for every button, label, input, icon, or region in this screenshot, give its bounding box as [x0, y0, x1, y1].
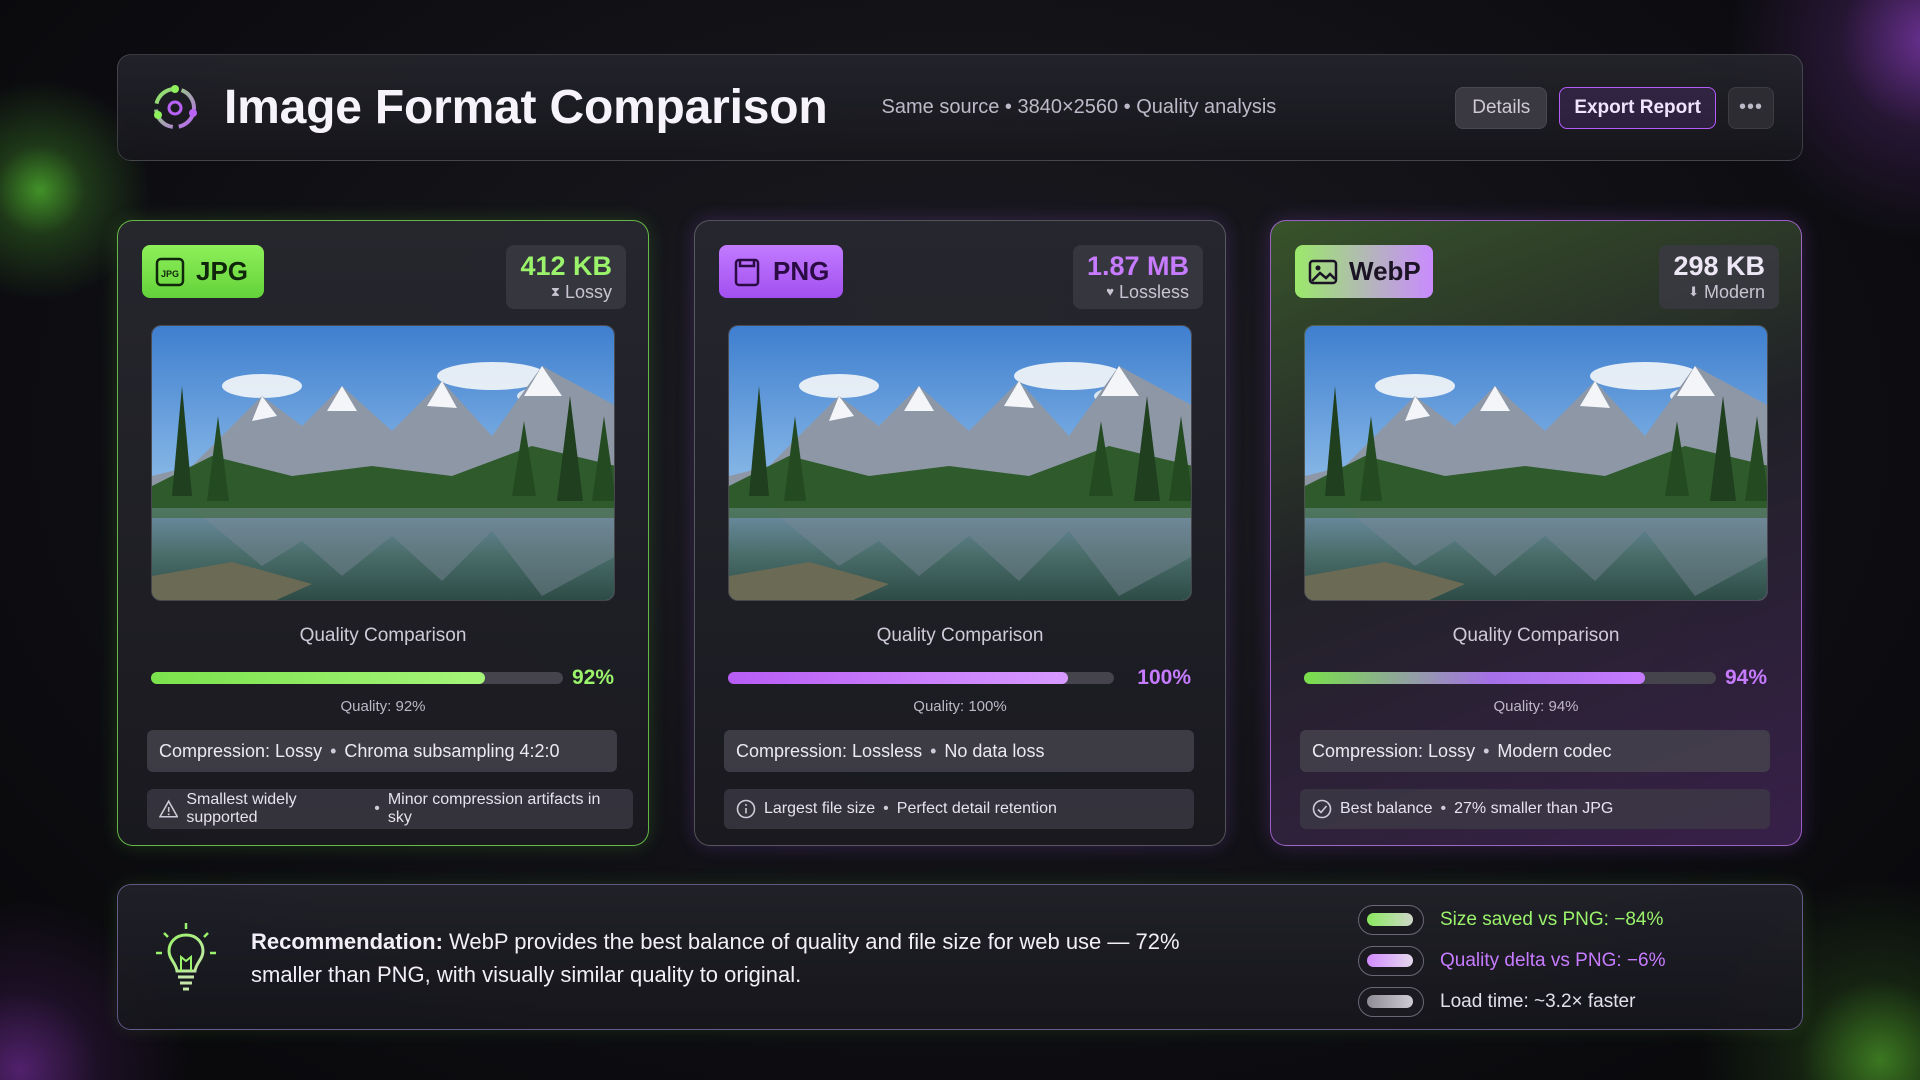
load-time-toggle[interactable]: [1358, 986, 1424, 1017]
quality-line: Quality: 92%: [340, 698, 426, 715]
separator-dot: •: [1440, 800, 1447, 817]
note-main: Best balance: [1340, 800, 1433, 817]
format-name: JPG: [196, 256, 249, 286]
toggle-knob: [1367, 953, 1413, 967]
details-button[interactable]: Details: [1455, 86, 1548, 129]
png-file-icon: [734, 258, 760, 286]
more-options-button[interactable]: •••: [1728, 86, 1774, 129]
file-size-value: 1.87 MB: [1086, 251, 1189, 281]
separator-dot: •: [883, 800, 889, 817]
file-size-value: 298 KB: [1673, 251, 1765, 281]
more-dots-icon: •••: [1738, 96, 1763, 118]
stat-quality-delta: Quality delta vs PNG: −6%: [1358, 944, 1665, 977]
compression-detail: No data loss: [944, 740, 1045, 761]
format-badge-png: PNG: [719, 245, 843, 298]
recommendation-lead: Recommendation:: [251, 929, 443, 954]
compression-detail: Modern codec: [1497, 740, 1612, 761]
quality-delta-toggle[interactable]: [1358, 945, 1424, 976]
header-bar: Image Format Comparison Same source • 38…: [117, 54, 1803, 161]
preview-image: [728, 325, 1192, 601]
stats-list: Size saved vs PNG: −84% Quality delta vs…: [1358, 903, 1665, 1026]
note-detail: 27% smaller than JPG: [1454, 800, 1614, 817]
format-badge-webp: WebP: [1295, 245, 1433, 298]
info-icon: [736, 799, 756, 819]
jpg-file-icon: JPG: [155, 257, 185, 286]
file-type-text: Modern: [1703, 282, 1765, 302]
app-logo-icon: [154, 84, 197, 129]
warning-icon: [159, 799, 179, 818]
stat-size-saved: Size saved vs PNG: −84%: [1358, 903, 1665, 936]
separator-dot: •: [330, 740, 337, 761]
quality-line: Quality: 94%: [1493, 698, 1579, 715]
note-main: Largest file size: [764, 800, 876, 817]
separator-dot: •: [1483, 740, 1490, 761]
compression-type: Compression: Lossy: [1312, 740, 1476, 761]
quality-percent: 92%: [571, 666, 614, 689]
stat-label: Quality delta vs PNG: −6%: [1440, 949, 1666, 971]
webp-image-icon: [1308, 259, 1338, 284]
format-badge-jpg: JPG JPG: [142, 245, 264, 298]
quality-bar: [728, 672, 1114, 684]
size-saved-toggle[interactable]: [1358, 904, 1424, 935]
quality-bar-fill: [1304, 672, 1645, 684]
header-actions: Details Export Report •••: [1455, 86, 1774, 129]
compression-type: Compression: Lossy: [159, 740, 323, 761]
quality-percent: 100%: [1137, 666, 1191, 689]
stat-label: Size saved vs PNG: −84%: [1440, 908, 1664, 930]
quality-line: Quality: 100%: [913, 698, 1007, 715]
note-info: Smallest widely supported • Minor compre…: [147, 789, 633, 829]
stat-load-time: Load time: ~3.2× faster: [1358, 985, 1665, 1018]
quality-bar: [151, 672, 563, 684]
page-subtitle: Same source • 3840×2560 • Quality analys…: [881, 96, 1277, 118]
quality-bar-fill: [728, 672, 1068, 684]
file-type-text: Lossy: [564, 282, 612, 302]
file-type-label: ⧗ Lossy: [520, 281, 612, 303]
quality-bar-fill: [151, 672, 485, 684]
quality-comparison-label: Quality Comparison: [299, 625, 467, 646]
toggle-knob: [1367, 912, 1413, 926]
file-size-box: 1.87 MB ♥ Lossless: [1072, 245, 1203, 309]
heart-icon: ♥: [1106, 284, 1114, 299]
export-report-button[interactable]: Export Report: [1559, 86, 1716, 129]
file-type-label: ♥ Lossless: [1087, 281, 1189, 303]
note-detail: Perfect detail retention: [896, 800, 1057, 817]
check-circle-icon: [1312, 799, 1332, 819]
format-card-webp[interactable]: WebP 298 KB ⬇ Modern Quality Comparison …: [1270, 220, 1802, 846]
recommendation-text: Recommendation: WebP provides the best b…: [251, 925, 1251, 991]
preview-image: [151, 325, 615, 601]
stat-label: Load time: ~3.2× faster: [1440, 990, 1636, 1012]
format-name: WebP: [1349, 256, 1421, 286]
file-type-label: ⬇ Modern: [1673, 281, 1765, 303]
format-card-png[interactable]: PNG 1.87 MB ♥ Lossless Quality Compariso…: [694, 220, 1226, 846]
note-detail: Minor compression artifacts in sky: [387, 791, 601, 826]
file-size-box: 298 KB ⬇ Modern: [1659, 245, 1779, 309]
hourglass-icon: ⧗: [550, 284, 560, 299]
compression-detail: Chroma subsampling 4:2:0: [344, 740, 560, 761]
arrow-down-icon: ⬇: [1688, 284, 1699, 299]
note-info: Best balance • 27% smaller than JPG: [1300, 789, 1770, 829]
recommendation-panel: Recommendation: WebP provides the best b…: [117, 884, 1803, 1030]
separator-dot: •: [930, 740, 937, 761]
quality-comparison-label: Quality Comparison: [876, 625, 1044, 646]
toggle-knob: [1367, 994, 1413, 1008]
svg-text:JPG: JPG: [161, 269, 179, 279]
file-type-text: Lossless: [1118, 282, 1189, 302]
preview-image: [1304, 325, 1768, 601]
page-title: Image Format Comparison: [224, 81, 828, 134]
compression-info: Compression: Lossy • Modern codec: [1300, 730, 1770, 772]
lightbulb-icon: [156, 923, 216, 991]
compression-type: Compression: Lossless: [736, 740, 923, 761]
note-main: Smallest widely supported: [186, 791, 297, 826]
format-name: PNG: [773, 256, 830, 286]
separator-dot: •: [374, 800, 380, 817]
file-size-box: 412 KB ⧗ Lossy: [506, 245, 626, 309]
quality-bar: [1304, 672, 1716, 684]
quality-comparison-label: Quality Comparison: [1452, 625, 1620, 646]
file-size-value: 412 KB: [520, 251, 612, 281]
quality-percent: 94%: [1724, 666, 1767, 689]
compression-info: Compression: Lossy • Chroma subsampling …: [147, 730, 617, 772]
format-card-jpg[interactable]: JPG JPG 412 KB ⧗ Lossy Quality Compariso…: [117, 220, 649, 846]
note-info: Largest file size • Perfect detail reten…: [724, 789, 1194, 829]
compression-info: Compression: Lossless • No data loss: [724, 730, 1194, 772]
